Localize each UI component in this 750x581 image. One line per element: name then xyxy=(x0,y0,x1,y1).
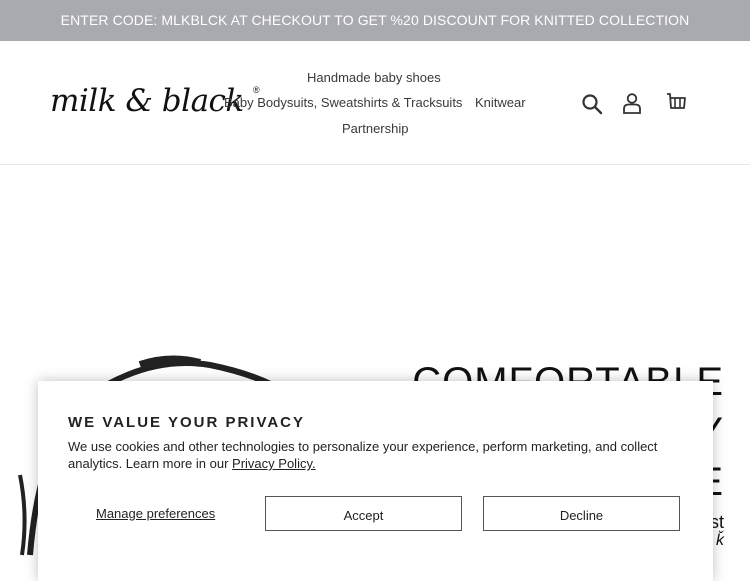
nav-baby-bodysuits[interactable]: Baby Bodysuits, Sweatshirts & Tracksuits xyxy=(224,95,462,110)
logo-text: milk & black xyxy=(50,83,244,119)
hero-signature: ǩ xyxy=(716,532,724,549)
cookie-body: We use cookies and other technologies to… xyxy=(68,438,678,472)
cookie-body-text: We use cookies and other technologies to… xyxy=(68,439,658,471)
cookie-title: WE VALUE YOUR PRIVACY xyxy=(68,414,306,431)
nav-partnership[interactable]: Partnership xyxy=(342,121,408,136)
account-icon[interactable] xyxy=(620,91,644,115)
cart-icon[interactable] xyxy=(664,91,688,115)
nav-knitwear[interactable]: Knitwear xyxy=(475,95,526,110)
search-icon[interactable] xyxy=(580,92,604,116)
accept-button[interactable]: Accept xyxy=(265,496,462,531)
manage-preferences-link[interactable]: Manage preferences xyxy=(96,506,215,521)
decline-button[interactable]: Decline xyxy=(483,496,680,531)
announcement-text: ENTER CODE: MLKBLCK AT CHECKOUT TO GET %… xyxy=(60,12,690,28)
privacy-policy-link[interactable]: Privacy Policy. xyxy=(232,456,316,471)
nav-handmade-baby-shoes[interactable]: Handmade baby shoes xyxy=(307,70,441,85)
site-header: milk & black ® Handmade baby shoes Baby … xyxy=(0,41,750,165)
logo[interactable]: milk & black ® xyxy=(50,83,260,119)
registered-mark: ® xyxy=(253,85,260,95)
announcement-bar: ENTER CODE: MLKBLCK AT CHECKOUT TO GET %… xyxy=(0,0,750,41)
cookie-banner: WE VALUE YOUR PRIVACY We use cookies and… xyxy=(38,381,713,581)
